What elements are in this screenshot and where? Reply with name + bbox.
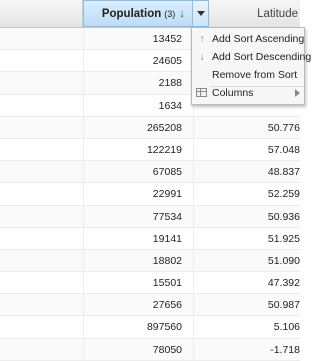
cell-population: 78050 [152,343,182,356]
table-row[interactable]: 19141 51.925 [0,227,300,250]
cell-population: 77534 [152,210,182,223]
cell-left [0,294,84,316]
cell-population: 1634 [158,99,182,112]
cell-left [0,205,84,227]
cell-population: 27656 [152,299,182,312]
table-row[interactable]: 897560 5.106 [0,316,300,339]
cell-population: 122219 [146,143,182,156]
cell-population: 24605 [152,55,182,68]
cell-left [0,227,84,249]
table-row[interactable]: 265208 50.776 [0,116,300,139]
menu-item-label: Remove from Sort [212,69,298,81]
menu-item-sort-ascending[interactable]: ↑ Add Sort Ascending [192,30,304,48]
grid-header: Population (3) ↓ Latitude [0,0,300,28]
column-header-left[interactable] [0,0,83,27]
submenu-arrow-icon [295,89,300,97]
cell-left [0,161,84,183]
cell-population: 897560 [146,321,182,334]
columns-grid-icon [196,88,207,97]
cell-left [0,316,84,338]
cell-population: 18802 [152,254,182,267]
cell-latitude: 51.925 [193,227,300,249]
cell-left [0,183,84,205]
cell-population: 2188 [158,77,182,90]
cell-population: 19141 [152,232,182,245]
cell-latitude: -1.718 [193,338,300,360]
cell-left [0,272,84,294]
cell-latitude: 48.837 [193,161,300,183]
cell-latitude: 50.776 [193,116,300,138]
cell-latitude: 51.090 [193,249,300,272]
table-row[interactable]: 77534 50.936 [0,205,300,228]
column-header-latitude[interactable]: Latitude [209,0,300,27]
cell-latitude: 50.987 [193,294,300,316]
menu-item-label: Add Sort Descending [212,51,312,63]
menu-item-columns[interactable]: Columns [192,84,304,102]
column-menu: ↑ Add Sort Ascending ↓ Add Sort Descendi… [191,27,311,105]
population-header-label: Population [101,7,162,20]
chevron-down-icon [196,11,205,16]
sort-descending-icon: ↓ [179,7,185,20]
table-row[interactable]: 122219 57.048 [0,138,300,162]
menu-item-label: Add Sort Ascending [212,33,305,45]
cell-left [0,138,84,161]
latitude-header-label: Latitude [257,7,298,20]
cell-latitude: 47.392 [193,272,300,294]
cell-left [0,249,84,272]
table-row[interactable]: 78050 -1.718 [0,338,300,361]
cell-population: 265208 [146,121,182,134]
arrow-up-icon: ↑ [199,33,205,45]
column-header-population[interactable]: Population (3) ↓ [83,0,193,27]
cell-population: 13452 [152,33,182,45]
cell-left [0,50,84,72]
cell-latitude: 52.259 [193,183,300,205]
arrow-down-icon: ↓ [199,51,205,63]
cell-latitude: 50.936 [193,205,300,227]
cell-left [0,338,84,360]
cell-latitude: 5.106 [193,316,300,338]
cell-latitude: 57.048 [193,138,300,161]
cell-population: 67085 [152,166,182,179]
sort-priority-badge: (3) [164,8,176,19]
cell-population: 22991 [152,188,182,201]
cell-population: 15501 [152,277,182,290]
cell-left [0,72,84,94]
cell-left [0,94,84,116]
menu-item-remove-sort[interactable]: Remove from Sort [192,66,304,84]
menu-item-label: Columns [212,87,254,99]
menu-item-sort-descending[interactable]: ↓ Add Sort Descending [192,48,311,66]
table-row[interactable]: 18802 51.090 [0,249,300,273]
cell-left [0,116,84,138]
table-row[interactable]: 15501 47.392 [0,272,300,295]
table-row[interactable]: 67085 48.837 [0,161,300,184]
table-row[interactable]: 27656 50.987 [0,294,300,317]
table-row[interactable]: 22991 52.259 [0,183,300,206]
cell-left [0,28,84,50]
column-menu-trigger[interactable] [193,0,209,27]
